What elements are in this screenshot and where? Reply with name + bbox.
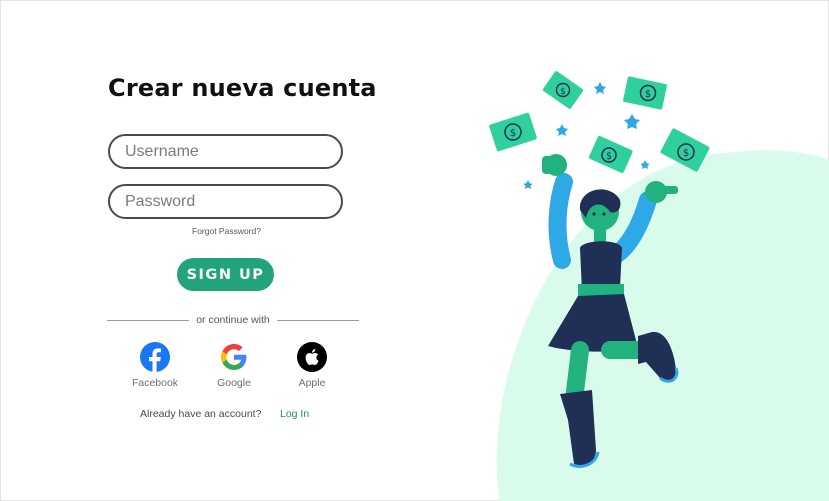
google-label: Google [217, 377, 251, 389]
mint-background-shape [496, 150, 829, 501]
svg-text:$: $ [645, 89, 651, 100]
google-icon [221, 344, 247, 370]
divider-line-right [277, 320, 359, 321]
username-input[interactable] [110, 136, 341, 167]
google-login-button[interactable]: Google [204, 342, 264, 389]
password-field[interactable] [108, 184, 343, 219]
already-have-account-text: Already have an account? [140, 408, 262, 420]
forgot-password-link[interactable]: Forgot Password? [192, 226, 261, 236]
money-bill-icon: $ [588, 135, 633, 173]
svg-text:$: $ [606, 151, 612, 162]
money-bill-icon: $ [542, 71, 584, 109]
apple-icon [297, 342, 327, 372]
svg-text:$: $ [560, 87, 566, 97]
svg-text:$: $ [683, 148, 689, 159]
page-title: Crear nueva cuenta [108, 74, 377, 102]
celebration-illustration: $ $ $ $ $ [489, 71, 829, 501]
facebook-login-button[interactable]: Facebook [125, 342, 185, 389]
password-input[interactable] [110, 186, 341, 217]
money-bill-icon: $ [489, 112, 537, 152]
money-bill-icon: $ [623, 76, 667, 110]
continue-divider: or continue with [107, 314, 359, 326]
svg-text:$: $ [510, 128, 516, 139]
apple-login-button[interactable]: Apple [282, 342, 342, 389]
username-field[interactable] [108, 134, 343, 169]
facebook-label: Facebook [131, 377, 179, 389]
apple-label: Apple [298, 377, 326, 389]
facebook-icon [140, 342, 170, 372]
sign-up-button[interactable]: SIGN UP [177, 258, 274, 291]
log-in-link[interactable]: Log In [280, 408, 309, 420]
